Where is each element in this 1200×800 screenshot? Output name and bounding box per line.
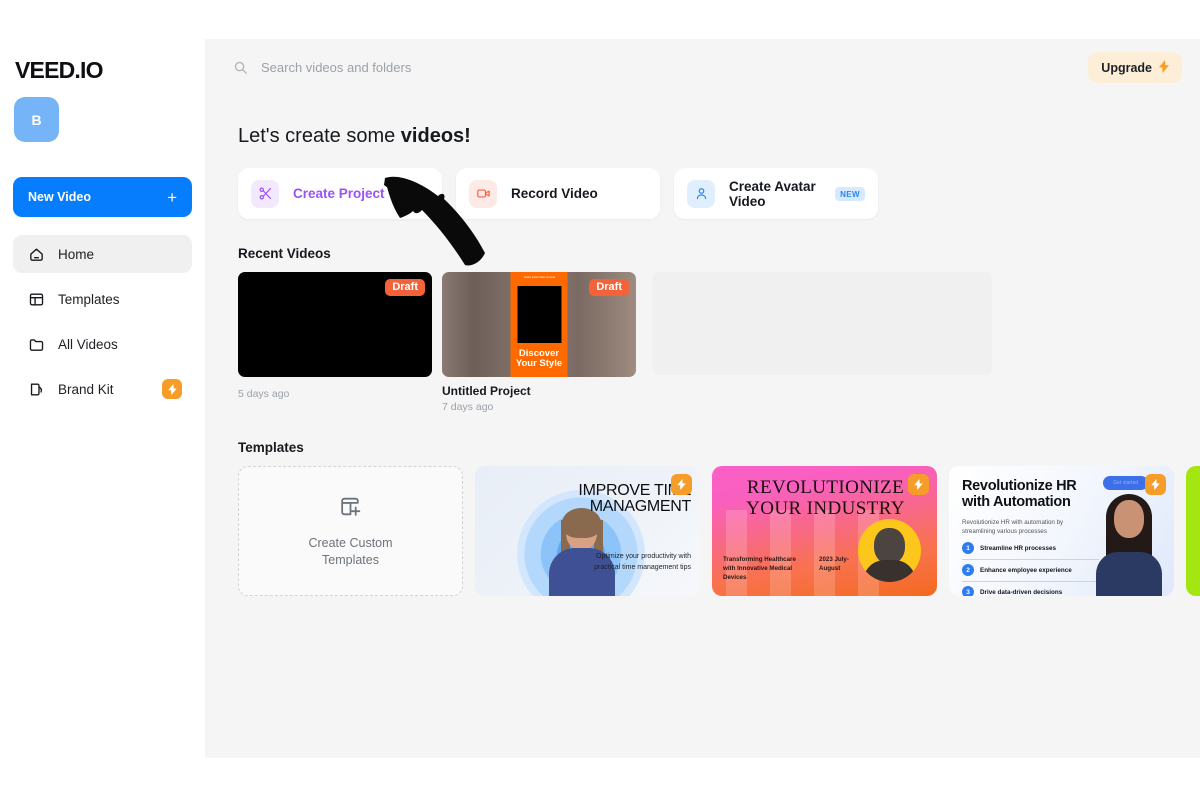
new-video-label: New Video: [28, 190, 91, 204]
home-icon: [27, 245, 45, 263]
create-avatar-video-card[interactable]: Create Avatar Video NEW: [674, 168, 878, 219]
bullet-number: 1: [962, 542, 974, 554]
sidebar-item-templates[interactable]: Templates: [13, 280, 192, 318]
add-template-icon: [338, 494, 363, 524]
topbar: Upgrade: [205, 39, 1200, 96]
template-card-time-management[interactable]: IMPROVE TIME MANAGMENT Optimize your pro…: [475, 466, 700, 596]
sidebar-item-all-videos[interactable]: All Videos: [13, 325, 192, 363]
template-title-line1: REVOLUTIONIZE: [746, 477, 905, 498]
status-badge: Draft: [589, 279, 629, 296]
recent-videos-row: Draft 5 days ago Lorem ipsum dolor sit a…: [238, 272, 1200, 413]
lightning-icon: [1159, 59, 1169, 76]
sidebar-item-label: All Videos: [58, 336, 118, 352]
label-line2: Templates: [322, 552, 379, 567]
bullet-number: 2: [962, 564, 974, 576]
template-footer-right: 2023 July-August: [819, 556, 849, 573]
recent-videos-title: Recent Videos: [238, 246, 331, 261]
main-panel: Upgrade Let's create some videos! Create…: [205, 39, 1200, 758]
video-card[interactable]: Draft 5 days ago: [238, 272, 432, 413]
template-bullet-list: 1 Streamline HR processes 2 Enhance empl…: [962, 538, 1099, 596]
sidebar-item-label: Templates: [58, 291, 120, 307]
thumbnail-overlay: Lorem ipsum dolor sit amet Discover Your…: [510, 272, 568, 377]
sidebar-item-home[interactable]: Home: [13, 235, 192, 273]
template-footer: Transforming Healthcare with Innovative …: [723, 556, 859, 583]
list-item: 2 Enhance employee experience: [962, 560, 1099, 582]
search-input[interactable]: [261, 60, 681, 75]
template-title: REVOLUTIONIZE YOUR INDUSTRY: [722, 477, 929, 519]
record-video-card[interactable]: Record Video: [456, 168, 660, 219]
avatar[interactable]: B: [14, 97, 59, 142]
sidebar-nav: Home Templates All Videos Brand Kit: [13, 235, 192, 408]
create-custom-template-label: Create Custom Templates: [308, 535, 392, 569]
pro-badge: [671, 474, 692, 495]
person-icon: [687, 179, 715, 208]
list-item: 3 Drive data-driven decisions: [962, 582, 1099, 596]
folder-icon: [27, 335, 45, 353]
templates-title: Templates: [238, 440, 304, 455]
template-title-line1: Revolutionize HR: [962, 478, 1077, 494]
pro-badge: [162, 379, 182, 399]
search-icon: [233, 60, 248, 75]
video-thumbnail[interactable]: Lorem ipsum dolor sit amet Discover Your…: [442, 272, 636, 377]
bullet-number: 3: [962, 586, 974, 596]
create-custom-template-card[interactable]: Create Custom Templates: [238, 466, 463, 596]
video-date: 7 days ago: [442, 401, 494, 413]
content-area: Let's create some videos! Create Project: [205, 96, 1200, 596]
pro-badge: [1145, 474, 1166, 495]
avatar-initial: B: [31, 111, 42, 128]
page-title-prefix: Let's create some: [238, 125, 401, 147]
create-avatar-video-label: Create Avatar Video: [729, 178, 816, 209]
sidebar-item-label: Brand Kit: [58, 381, 114, 397]
templates-icon: [27, 290, 45, 308]
status-badge: Draft: [385, 279, 425, 296]
label-line1: Create Custom: [308, 535, 393, 550]
action-cards: Create Project Record Video Create Avata…: [238, 168, 1200, 219]
template-title-line2: with Automation: [962, 494, 1071, 511]
page-title-strong: videos!: [400, 125, 471, 147]
sidebar: VEED.IO B New Video + Home Templates All…: [0, 0, 205, 800]
template-title-line2: YOUR INDUSTRY: [746, 497, 905, 519]
record-video-label: Record Video: [511, 186, 598, 201]
template-person-image: [1090, 488, 1168, 596]
create-project-label: Create Project: [293, 186, 385, 201]
list-item: 1 Streamline HR processes: [962, 538, 1099, 560]
template-card-revolutionize-industry[interactable]: REVOLUTIONIZE YOUR INDUSTRY Transforming…: [712, 466, 937, 596]
scissors-icon: [251, 179, 279, 208]
create-project-card[interactable]: Create Project: [238, 168, 442, 219]
bullet-text: Streamline HR processes: [980, 544, 1056, 552]
video-card[interactable]: Lorem ipsum dolor sit amet Discover Your…: [442, 272, 636, 413]
video-camera-icon: [469, 179, 497, 208]
pro-badge: [908, 474, 929, 495]
video-date: 5 days ago: [238, 388, 290, 400]
brand-logo: VEED.IO: [15, 57, 104, 83]
new-badge: NEW: [835, 186, 865, 201]
bullet-text: Enhance employee experience: [980, 566, 1072, 574]
template-card-revolutionize-hr[interactable]: Revolutionize HR with Automation Revolut…: [949, 466, 1174, 596]
templates-row: Create Custom Templates IMPROVE TIME MAN…: [238, 466, 1200, 596]
template-footer-left: Transforming Healthcare with Innovative …: [723, 556, 796, 582]
recent-videos-placeholder: [652, 272, 992, 375]
overlay-tiny-text: Lorem ipsum dolor sit amet: [523, 276, 556, 279]
new-video-button[interactable]: New Video +: [13, 177, 192, 217]
upgrade-label: Upgrade: [1101, 60, 1152, 75]
sidebar-item-brand-kit[interactable]: Brand Kit: [13, 370, 192, 408]
video-title: Untitled Project: [442, 384, 531, 398]
template-subtitle: Revolutionize HR with automation by stre…: [962, 519, 1064, 536]
template-title-line2: MANAGMENT: [589, 498, 692, 516]
plus-icon: +: [167, 187, 177, 207]
page-title: Let's create some videos!: [238, 125, 1200, 148]
overlay-title-line2: Your Style: [515, 358, 563, 370]
bullet-text: Drive data-driven decisions: [980, 588, 1063, 596]
overlay-title: Discover Your Style: [511, 349, 568, 369]
template-title: Revolutionize HR with Automation: [962, 478, 1102, 510]
brand-kit-icon: [27, 380, 45, 398]
upgrade-button[interactable]: Upgrade: [1088, 52, 1182, 83]
search-bar[interactable]: [233, 60, 1088, 75]
template-card-see-more[interactable]: see mo tell sto Creating: [1186, 466, 1200, 596]
template-person-image: [858, 519, 921, 582]
sidebar-item-label: Home: [58, 246, 95, 262]
template-subtitle: Optimize your productivity with practica…: [594, 553, 691, 571]
overlay-shape: [517, 286, 562, 343]
video-thumbnail[interactable]: Draft: [238, 272, 432, 377]
